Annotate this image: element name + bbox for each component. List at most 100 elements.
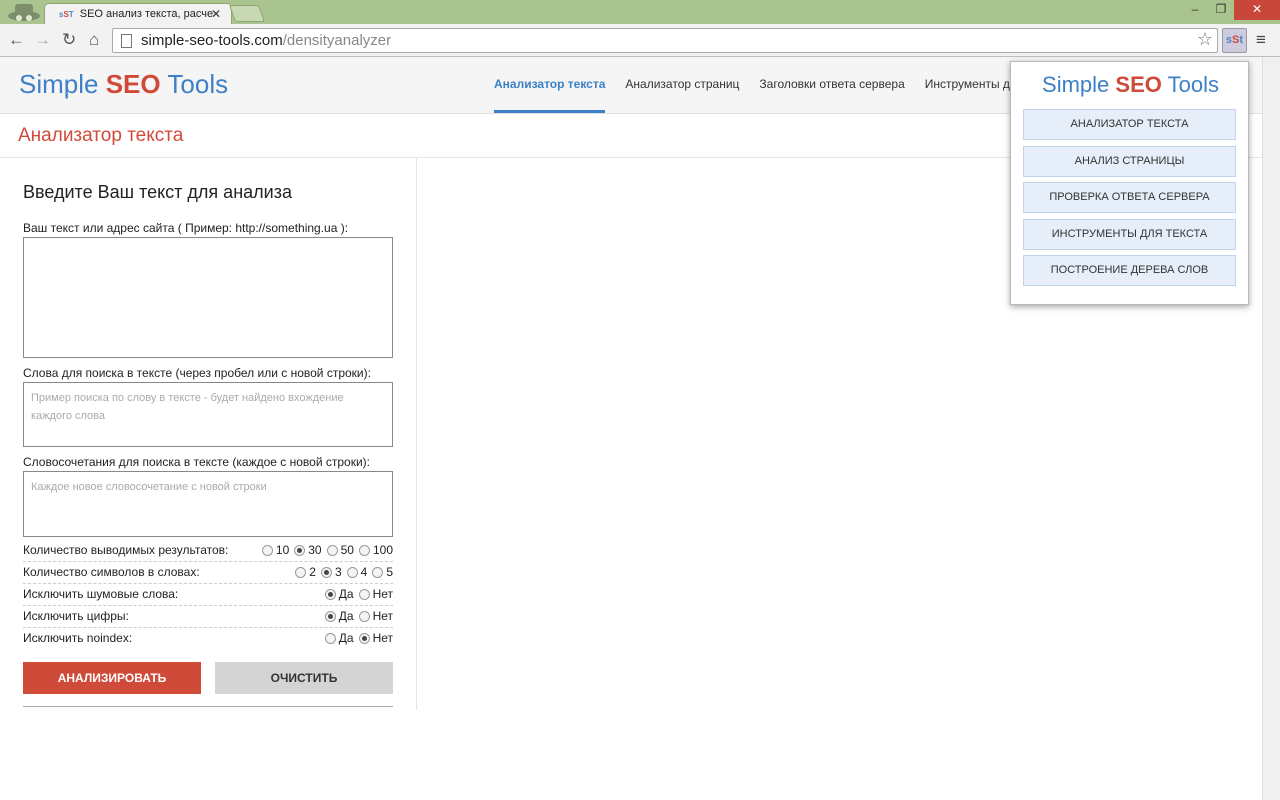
site-favicon-icon: sST — [59, 10, 74, 19]
extension-popup: Simple SEO Tools АНАЛИЗАТОР ТЕКСТА АНАЛИ… — [1010, 61, 1249, 305]
radio-100[interactable]: 100 — [358, 543, 393, 557]
page-title: Анализатор текста — [18, 125, 184, 146]
nav-page-analyzer[interactable]: Анализатор страниц — [625, 57, 739, 113]
radio-label: Нет — [372, 587, 393, 601]
radio-label: 30 — [308, 543, 322, 557]
browser-toolbar: ← → ↻ ⌂ simple-seo-tools.com/densityanal… — [0, 24, 1280, 57]
radio-dot — [261, 544, 273, 556]
radio-dot — [358, 588, 370, 600]
phrases-label: Словосочетания для поиска в тексте (кажд… — [23, 455, 370, 469]
radio-label: 4 — [360, 565, 368, 579]
radio-dot — [320, 566, 332, 578]
option-word-length: Количество символов в словах: 2 3 4 5 — [23, 562, 393, 584]
option-stop-words: Исключить шумовые слова: Да Нет — [23, 584, 393, 606]
option-label: Количество выводимых результатов: — [23, 543, 229, 557]
option-noindex: Исключить noindex: Да Нет — [23, 628, 393, 650]
browser-tab[interactable]: sST SEO анализ текста, расче ✕ — [44, 3, 232, 24]
radio-4[interactable]: 4 — [346, 565, 368, 579]
site-logo[interactable]: Simple SEO Tools — [19, 69, 228, 100]
radio-label: 5 — [386, 565, 393, 579]
reload-icon[interactable]: ↻ — [62, 30, 76, 50]
radio-dot — [324, 610, 336, 622]
browser-titlebar: sST SEO анализ текста, расче ✕ – ❐ ✕ — [0, 0, 1280, 24]
logo-tools: Tools — [167, 69, 229, 99]
radio-label: Да — [338, 609, 354, 623]
tab-title: SEO анализ текста, расче — [79, 8, 214, 20]
new-tab-button[interactable] — [228, 5, 266, 22]
radio-dot — [372, 566, 384, 578]
radio-yes[interactable]: Да — [324, 609, 354, 623]
radio-dot — [346, 566, 358, 578]
radio-label: 2 — [309, 565, 316, 579]
radio-no[interactable]: Нет — [358, 587, 393, 601]
minimize-icon[interactable]: – — [1182, 0, 1208, 20]
popup-word-tree-button[interactable]: ПОСТРОЕНИЕ ДЕРЕВА СЛОВ — [1023, 255, 1236, 286]
radio-yes[interactable]: Да — [324, 631, 354, 645]
popup-logo-tools: Tools — [1167, 72, 1219, 97]
radio-label: Нет — [372, 631, 393, 645]
popup-page-analysis-button[interactable]: АНАЛИЗ СТРАНИЦЫ — [1023, 146, 1236, 177]
option-label: Исключить noindex: — [23, 631, 133, 645]
radio-label: 3 — [334, 565, 342, 579]
popup-logo: Simple SEO Tools — [1011, 72, 1250, 98]
option-label: Исключить цифры: — [23, 609, 129, 623]
phrases-input[interactable] — [23, 471, 393, 537]
radio-no[interactable]: Нет — [358, 631, 393, 645]
popup-server-check-button[interactable]: ПРОВЕРКА ОТВЕТА СЕРВЕРА — [1023, 182, 1236, 213]
radio-10[interactable]: 10 — [261, 543, 289, 557]
radio-no[interactable]: Нет — [358, 609, 393, 623]
nav-text-analyzer[interactable]: Анализатор текста — [494, 57, 606, 113]
popup-logo-simple: Simple — [1042, 72, 1110, 97]
analyze-button[interactable]: АНАЛИЗИРОВАТЬ — [23, 662, 201, 694]
radio-3[interactable]: 3 — [320, 565, 342, 579]
radio-label: Нет — [372, 609, 393, 623]
radio-30[interactable]: 30 — [294, 543, 322, 557]
option-label: Количество символов в словах: — [23, 565, 200, 579]
radio-label: Да — [338, 587, 354, 601]
url-host: simple-seo-tools.com — [141, 32, 283, 49]
form-divider — [23, 706, 393, 707]
popup-text-analyzer-button[interactable]: АНАЛИЗАТОР ТЕКСТА — [1023, 109, 1236, 140]
radio-label: 100 — [372, 543, 393, 557]
bookmark-star-icon[interactable]: ☆ — [1197, 29, 1213, 50]
extension-button[interactable]: sSt — [1222, 28, 1247, 53]
radio-5[interactable]: 5 — [372, 565, 393, 579]
window-close-icon[interactable]: ✕ — [1234, 0, 1280, 20]
page-icon — [121, 34, 132, 48]
url-path: /densityanalyzer — [282, 32, 392, 49]
home-icon[interactable]: ⌂ — [89, 30, 99, 50]
radio-dot — [326, 544, 338, 556]
address-bar[interactable]: simple-seo-tools.com/densityanalyzer ☆ — [112, 28, 1218, 53]
nav-server-headers[interactable]: Заголовки ответа сервера — [759, 57, 904, 113]
menu-icon[interactable]: ≡ — [1256, 30, 1266, 50]
restore-icon[interactable]: ❐ — [1208, 0, 1234, 20]
radio-label: 50 — [340, 543, 354, 557]
column-divider — [416, 158, 417, 710]
radio-label: Да — [338, 631, 354, 645]
form-heading: Введите Ваш текст для анализа — [23, 182, 292, 202]
words-label: Слова для поиска в тексте (через пробел … — [23, 366, 371, 380]
radio-dot — [324, 632, 336, 644]
text-input[interactable] — [23, 237, 393, 358]
popup-text-tools-button[interactable]: ИНСТРУМЕНТЫ ДЛЯ ТЕКСТА — [1023, 219, 1236, 250]
forward-arrow-icon[interactable]: → — [34, 30, 51, 50]
radio-dot — [358, 544, 370, 556]
radio-2[interactable]: 2 — [295, 565, 316, 579]
radio-dot — [358, 632, 370, 644]
radio-dot — [358, 610, 370, 622]
tab-close-icon[interactable]: ✕ — [211, 7, 221, 21]
popup-logo-seo: SEO — [1115, 72, 1162, 97]
logo-simple: Simple — [19, 69, 99, 99]
radio-50[interactable]: 50 — [326, 543, 354, 557]
back-arrow-icon[interactable]: ← — [8, 30, 25, 50]
nav-tools[interactable]: Инструменты д — [925, 57, 1010, 113]
radio-yes[interactable]: Да — [324, 587, 354, 601]
incognito-icon — [8, 4, 40, 21]
option-label: Исключить шумовые слова: — [23, 587, 179, 601]
words-input[interactable] — [23, 382, 393, 447]
logo-seo: SEO — [105, 69, 161, 99]
clear-button[interactable]: ОЧИСТИТЬ — [215, 662, 393, 694]
radio-dot — [295, 566, 307, 578]
page-scrollbar[interactable] — [1262, 57, 1280, 800]
text-label: Ваш текст или адрес сайта ( Пример: http… — [23, 221, 349, 235]
